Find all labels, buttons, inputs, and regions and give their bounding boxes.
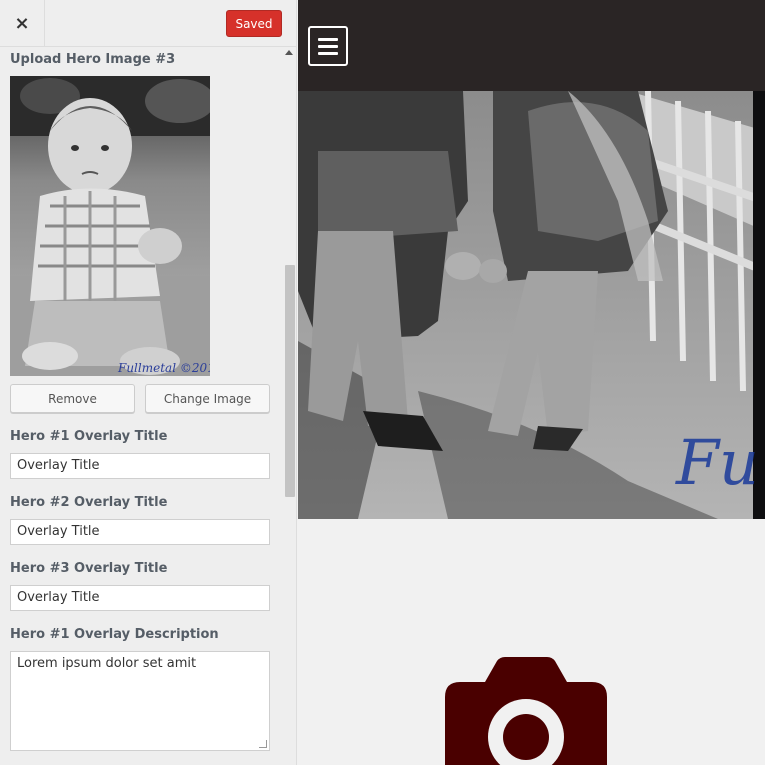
saved-button[interactable]: Saved (226, 10, 282, 37)
menu-line-icon (318, 37, 338, 41)
hero-3-title-input[interactable]: Overlay Title (10, 585, 270, 611)
hamburger-menu-button[interactable] (308, 26, 348, 66)
panel-scroll-area: Upload Hero Image #3 Fullmetal ©20 Remov… (0, 48, 283, 765)
hero-image-thumbnail[interactable]: Fullmetal ©2016 (10, 76, 210, 376)
toddler-photo: Fullmetal ©2016 (10, 76, 210, 376)
hero-2-title-input[interactable]: Overlay Title (10, 519, 270, 545)
hero-2-title-label: Hero #2 Overlay Title (10, 495, 168, 510)
site-preview: Fu (298, 0, 765, 765)
camera-icon (445, 657, 607, 765)
close-button[interactable]: × (0, 0, 45, 47)
close-icon: × (14, 13, 30, 34)
remove-button[interactable]: Remove (10, 384, 135, 413)
thumbnail-signature: Fullmetal ©2016 (117, 361, 210, 375)
menu-line-icon (318, 44, 338, 48)
site-header (298, 0, 765, 91)
hero-1-description-label: Hero #1 Overlay Description (10, 627, 219, 642)
hero-1-description-textarea[interactable]: Lorem ipsum dolor set amit (10, 651, 270, 751)
hero-1-title-label: Hero #1 Overlay Title (10, 429, 168, 444)
panel-scrollbar[interactable] (283, 48, 296, 765)
hero-3-title-label: Hero #3 Overlay Title (10, 561, 168, 576)
photo-watermark: Fu (676, 426, 759, 499)
description-text: Lorem ipsum dolor set amit (17, 656, 197, 671)
hero-image: Fu (298, 91, 765, 519)
customizer-panel: × Saved Upload Hero Image #3 Fullmetal ©… (0, 0, 297, 765)
scroll-up-arrow-icon[interactable] (285, 50, 293, 55)
change-image-button[interactable]: Change Image (145, 384, 270, 413)
panel-header: × Saved (0, 0, 296, 47)
menu-line-icon (318, 51, 338, 55)
app-window: × Saved Upload Hero Image #3 Fullmetal ©… (0, 0, 765, 765)
scrollbar-thumb[interactable] (285, 265, 295, 497)
resize-handle-icon[interactable] (259, 740, 267, 748)
hero-1-title-input[interactable]: Overlay Title (10, 453, 270, 479)
upload-hero-label: Upload Hero Image #3 (10, 52, 176, 67)
